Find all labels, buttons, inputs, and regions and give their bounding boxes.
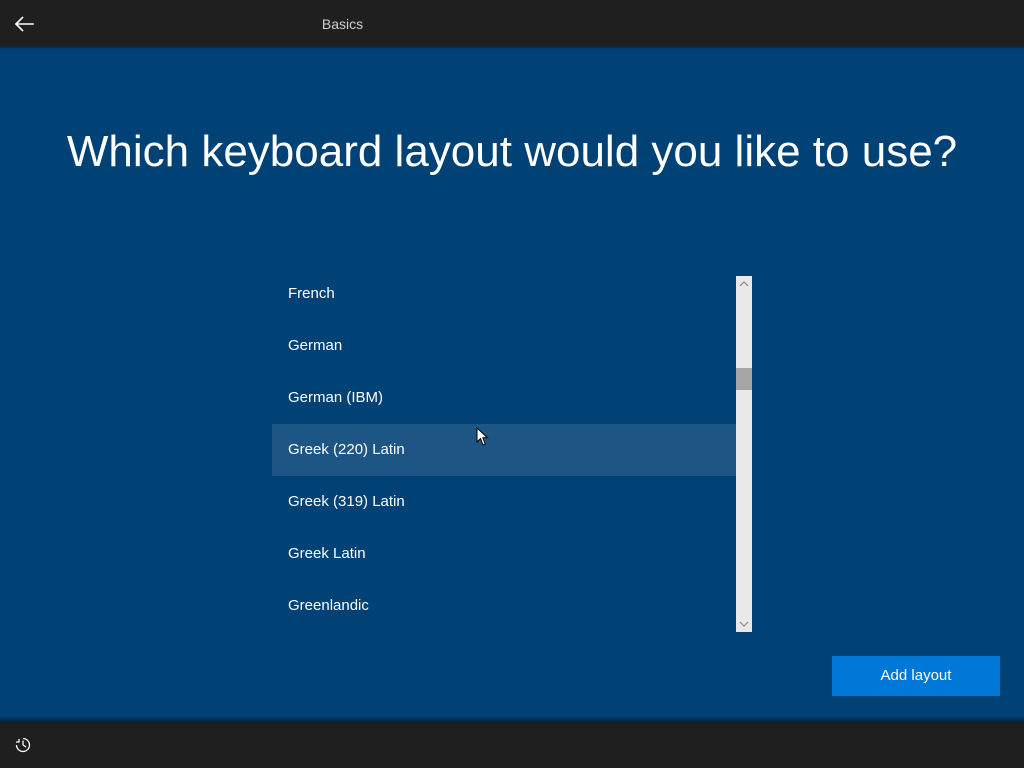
chevron-up-icon xyxy=(739,281,749,287)
top-bar-shadow xyxy=(0,46,1024,49)
top-bar: Basics xyxy=(0,0,1024,48)
scroll-up-button[interactable] xyxy=(736,276,752,292)
ease-of-access-icon xyxy=(15,737,31,753)
ease-of-access-button[interactable] xyxy=(10,733,36,757)
mouse-cursor-icon xyxy=(476,427,489,446)
add-layout-button[interactable]: Add layout xyxy=(832,656,1000,696)
list-item-greek-220-latin[interactable]: Greek (220) Latin xyxy=(272,424,736,476)
scroll-thumb[interactable] xyxy=(736,368,752,390)
list-item-german-ibm[interactable]: German (IBM) xyxy=(272,372,736,424)
list-item-greek-319-latin[interactable]: Greek (319) Latin xyxy=(272,476,736,528)
list-scrollbar[interactable] xyxy=(736,276,752,632)
arrow-left-icon xyxy=(14,16,34,32)
list-item-french[interactable]: French xyxy=(272,268,736,320)
keyboard-layout-list[interactable]: French German German (IBM) Greek (220) L… xyxy=(272,268,736,632)
chevron-down-icon xyxy=(739,621,749,627)
back-button[interactable] xyxy=(8,8,40,40)
page-title: Which keyboard layout would you like to … xyxy=(66,127,958,176)
tab-basics-label: Basics xyxy=(321,16,364,32)
tab-basics[interactable]: Basics xyxy=(245,0,440,48)
bottom-bar xyxy=(0,722,1024,768)
list-item-greenlandic[interactable]: Greenlandic xyxy=(272,580,736,632)
list-item-german[interactable]: German xyxy=(272,320,736,372)
scroll-down-button[interactable] xyxy=(736,616,752,632)
list-item-greek-latin[interactable]: Greek Latin xyxy=(272,528,736,580)
